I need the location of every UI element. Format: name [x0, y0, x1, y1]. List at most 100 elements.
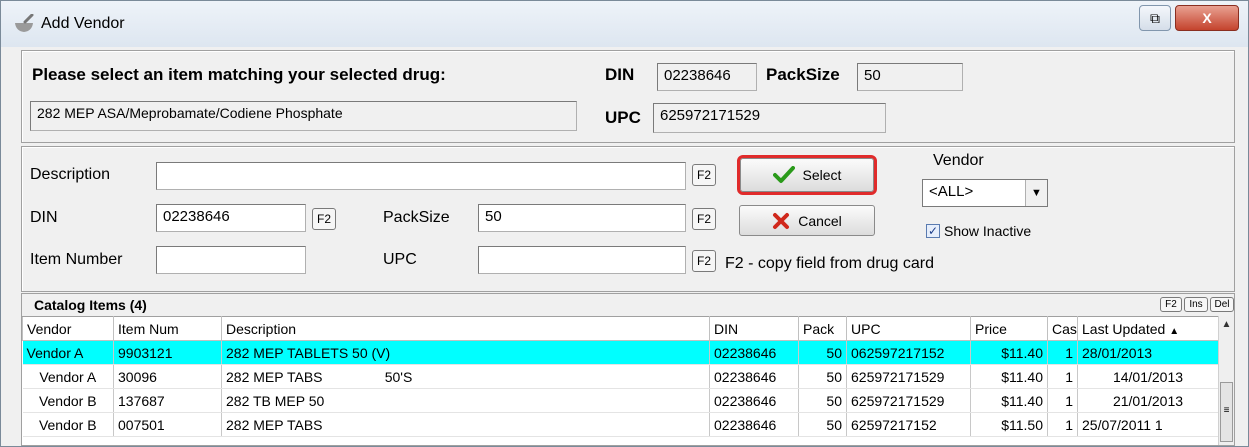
cell-case: 1	[1047, 364, 1078, 389]
column-header-item-num[interactable]: Item Num	[113, 316, 222, 341]
table-row[interactable]: Vendor B 007501 282 MEP TABS 02238646 50…	[22, 412, 1219, 437]
sort-up-icon: ▲	[1169, 325, 1180, 337]
insert-mini-button[interactable]: Ins	[1184, 297, 1208, 312]
din-label: DIN	[605, 65, 635, 84]
restore-button[interactable]: ⧉	[1139, 5, 1171, 31]
select-label: Select	[802, 167, 842, 183]
close-icon: X	[1202, 10, 1212, 26]
cell-last-updated: 21/01/2013	[1077, 388, 1219, 413]
column-header-last-updated[interactable]: Last Updated ▲	[1077, 316, 1219, 341]
scroll-up-icon[interactable]: ▲	[1219, 316, 1234, 334]
column-header-description[interactable]: Description	[221, 316, 710, 341]
upc-search-label: UPC	[383, 251, 417, 268]
catalog-table: Vendor Item Num Description DIN Pack UPC…	[22, 316, 1219, 437]
column-header-pack[interactable]: Pack	[798, 316, 847, 341]
cell-vendor: Vendor A	[22, 364, 114, 389]
cell-din: 02238646	[709, 412, 799, 437]
din-f2-button[interactable]: F2	[312, 208, 336, 230]
catalog-header: Catalog Items (4) F2 Ins Del	[22, 294, 1234, 316]
search-panel: Description F2 DIN 02238646 F2 PackSize …	[21, 146, 1235, 292]
packsize-display: 50	[857, 63, 963, 91]
vendor-select[interactable]: <ALL> ▼	[922, 179, 1048, 207]
cell-last-updated: 14/01/2013	[1077, 364, 1219, 389]
description-label: Description	[30, 166, 111, 183]
din-input[interactable]: 02238646	[156, 204, 306, 232]
item-number-label: Item Number	[30, 251, 123, 268]
cell-case: 1	[1047, 412, 1078, 437]
f2-hint: F2 - copy field from drug card	[725, 255, 934, 272]
show-inactive-checkbox[interactable]: ✓	[926, 224, 940, 238]
table-row[interactable]: Vendor A 9903121 282 MEP TABLETS 50 (V) …	[22, 340, 1219, 365]
cell-vendor: Vendor B	[22, 412, 114, 437]
cell-case: 1	[1047, 340, 1078, 365]
drug-name-field: 282 MEP ASA/Meprobamate/Codiene Phosphat…	[30, 101, 577, 131]
cell-pack: 50	[798, 412, 847, 437]
restore-icon: ⧉	[1150, 9, 1160, 26]
chevron-down-icon[interactable]: ▼	[1025, 180, 1047, 206]
packsize-f2-button[interactable]: F2	[692, 208, 716, 230]
cell-vendor: Vendor B	[22, 388, 114, 413]
vendor-label: Vendor	[933, 152, 984, 169]
packsize-input[interactable]: 50	[478, 204, 686, 232]
upc-input[interactable]	[478, 246, 686, 274]
item-number-input[interactable]	[156, 246, 306, 274]
cell-last-updated: 28/01/2013	[1077, 340, 1219, 365]
description-f2-button[interactable]: F2	[692, 164, 716, 186]
cell-description: 282 MEP TABLETS 50 (V)	[221, 340, 710, 365]
vertical-scrollbar[interactable]: ▲ ≡	[1218, 316, 1234, 445]
cell-price: $11.40	[970, 340, 1048, 365]
din-search-label: DIN	[30, 209, 58, 226]
cell-pack: 50	[798, 364, 847, 389]
cell-case: 1	[1047, 388, 1078, 413]
cell-price: $11.40	[970, 388, 1048, 413]
x-icon	[773, 212, 790, 229]
table-row[interactable]: Vendor A 30096 282 MEP TABS 50'S 0223864…	[22, 364, 1219, 389]
drug-info-panel: Please select an item matching your sele…	[21, 50, 1235, 143]
cell-description: 282 MEP TABS	[221, 412, 710, 437]
cell-item-num: 9903121	[113, 340, 222, 365]
cell-din: 02238646	[709, 388, 799, 413]
column-header-case[interactable]: Case	[1047, 316, 1078, 341]
cell-description: 282 MEP TABS 50'S	[221, 364, 710, 389]
prompt-label: Please select an item matching your sele…	[32, 65, 446, 84]
delete-mini-button[interactable]: Del	[1210, 297, 1234, 312]
cell-din: 02238646	[709, 340, 799, 365]
cell-upc: 062597217152	[846, 340, 971, 365]
upc-label: UPC	[605, 108, 641, 127]
title-bar: Add Vendor ⧉ X	[1, 1, 1248, 47]
column-header-vendor[interactable]: Vendor	[22, 316, 114, 341]
f2-mini-button[interactable]: F2	[1160, 297, 1182, 312]
window-title: Add Vendor	[41, 15, 125, 32]
column-header-price[interactable]: Price	[970, 316, 1048, 341]
cell-upc: 625972171529	[846, 364, 971, 389]
cell-item-num: 137687	[113, 388, 222, 413]
catalog-panel: Catalog Items (4) F2 Ins Del Vendor Item…	[21, 293, 1235, 446]
cell-description: 282 TB MEP 50	[221, 388, 710, 413]
packsize-search-label: PackSize	[383, 209, 450, 226]
select-button[interactable]: Select	[737, 155, 877, 195]
cell-price: $11.40	[970, 364, 1048, 389]
cancel-button[interactable]: Cancel	[739, 205, 875, 236]
catalog-header-row: Vendor Item Num Description DIN Pack UPC…	[22, 316, 1219, 341]
column-header-din[interactable]: DIN	[709, 316, 799, 341]
show-inactive-label: Show Inactive	[944, 223, 1032, 239]
mortar-pestle-icon	[15, 14, 34, 32]
table-row[interactable]: Vendor B 137687 282 TB MEP 50 02238646 5…	[22, 388, 1219, 413]
cell-pack: 50	[798, 340, 847, 365]
vendor-selected: <ALL>	[929, 183, 974, 200]
description-input[interactable]	[156, 162, 686, 190]
din-display: 02238646	[657, 63, 757, 91]
last-updated-label: Last Updated	[1082, 320, 1166, 337]
column-header-upc[interactable]: UPC	[846, 316, 971, 341]
cell-last-updated: 25/07/2011 1	[1077, 412, 1219, 437]
cell-din: 02238646	[709, 364, 799, 389]
checkmark-icon	[772, 166, 795, 183]
cell-price: $11.50	[970, 412, 1048, 437]
upc-f2-button[interactable]: F2	[692, 250, 716, 272]
close-button[interactable]: X	[1175, 5, 1239, 31]
scroll-thumb[interactable]: ≡	[1220, 382, 1233, 442]
cell-upc: 62597217152	[846, 412, 971, 437]
cell-item-num: 30096	[113, 364, 222, 389]
cancel-label: Cancel	[798, 212, 842, 229]
cell-item-num: 007501	[113, 412, 222, 437]
